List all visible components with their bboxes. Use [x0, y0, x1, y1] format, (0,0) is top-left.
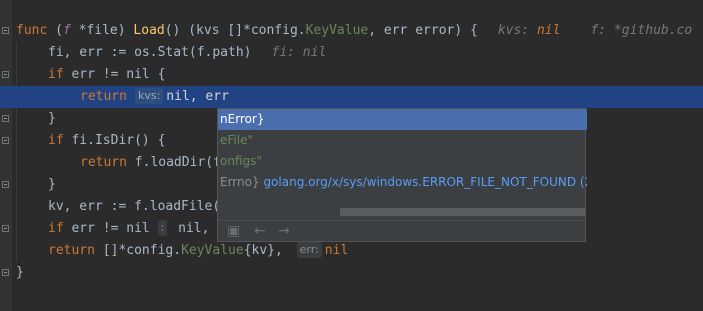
code-line-6[interactable]: if fi.IsDir() {: [48, 130, 165, 152]
code-line-9[interactable]: kv, err := f.loadFile(: [48, 196, 220, 218]
code-line-10[interactable]: if err != nil : nil, e: [48, 218, 225, 240]
popup-toolbar: ▣ ← →: [218, 220, 585, 241]
type-name: KeyValue: [305, 23, 369, 38]
debug-value-hint: kvs: nil f: *github.co: [497, 23, 693, 38]
popup-value-link: golang.org/x/sys/windows.ERROR_FILE_NOT_…: [263, 175, 587, 189]
parameter-inlay-hint: kvs:: [134, 88, 164, 104]
code-line-4[interactable]: return kvs: nil, err: [80, 86, 229, 108]
code-line-7[interactable]: return f.loadDir(f: [80, 152, 221, 174]
fold-toggle-icon[interactable]: [2, 269, 9, 276]
editor-gutter: [0, 0, 12, 311]
fold-toggle-icon[interactable]: [2, 137, 9, 144]
function-name: Load: [125, 23, 165, 38]
debug-value-hint: fi: nil: [271, 45, 327, 60]
popup-item[interactable]: onfigs": [218, 151, 587, 172]
debugger-value-popup[interactable]: nError} eFile" onfigs" Errno} golang.org…: [217, 108, 587, 242]
parameter-inlay-hint: err:: [296, 242, 322, 258]
fold-toggle-icon[interactable]: [2, 225, 9, 232]
code-line-8[interactable]: }: [48, 174, 56, 196]
fold-toggle-icon[interactable]: [2, 181, 9, 188]
fold-toggle-icon[interactable]: [2, 71, 9, 78]
indent-guide: [16, 42, 17, 262]
popup-item[interactable]: eFile": [218, 130, 587, 151]
code-line-5[interactable]: }: [48, 108, 56, 130]
code-line-1[interactable]: func (f *file) Load() (kvs []*config.Key…: [16, 20, 692, 42]
code-line-12[interactable]: }: [16, 262, 24, 284]
copy-icon[interactable]: ▣: [227, 223, 240, 239]
fold-toggle-icon[interactable]: [2, 115, 9, 122]
forward-arrow-icon[interactable]: →: [278, 223, 290, 239]
back-arrow-icon[interactable]: ←: [254, 223, 266, 239]
popup-item[interactable]: nError}: [218, 109, 587, 130]
code-line-2[interactable]: fi, err := os.Stat(f.path) fi: nil: [48, 42, 326, 64]
horizontal-scrollbar[interactable]: [340, 208, 585, 216]
parameter-inlay-hint: :: [157, 220, 168, 236]
keyword: func: [16, 23, 48, 38]
fold-toggle-icon[interactable]: [2, 27, 9, 34]
code-line-11[interactable]: return []*config.KeyValue{kv}, err: nil: [48, 240, 348, 262]
code-line-3[interactable]: if err != nil {: [48, 64, 165, 86]
popup-item[interactable]: Errno} golang.org/x/sys/windows.ERROR_FI…: [218, 172, 587, 193]
